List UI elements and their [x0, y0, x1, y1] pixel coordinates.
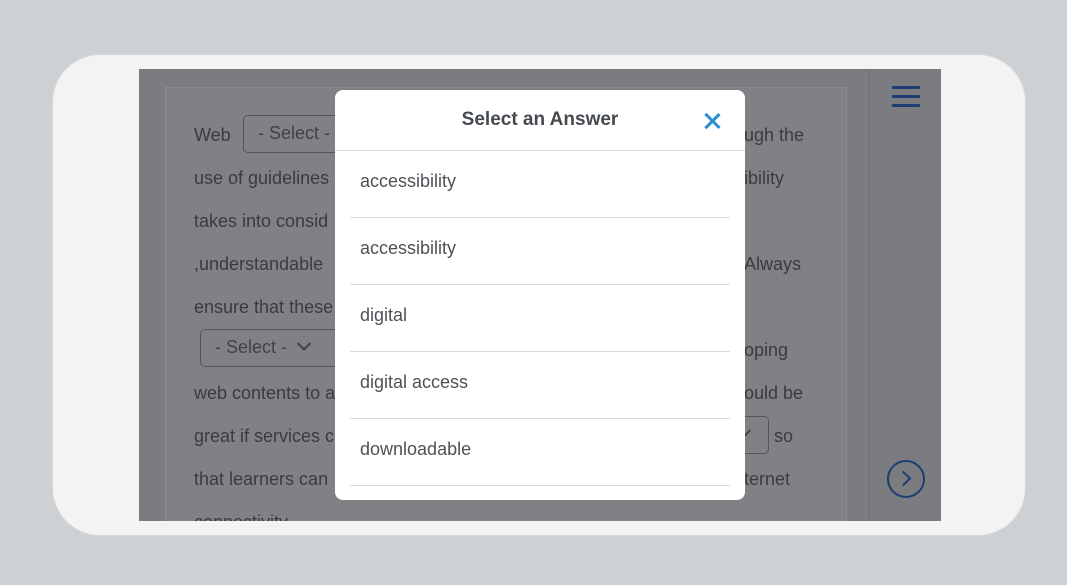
modal-header: Select an Answer	[335, 90, 745, 151]
passage-line: use of guidelines	[194, 168, 330, 188]
passage-line: oping	[744, 340, 789, 360]
passage-line: ensure that these	[194, 297, 334, 317]
passage-line: ,understandable	[194, 254, 324, 274]
blank-select-2[interactable]: - Select -	[200, 329, 338, 367]
answer-option[interactable]: accessibility	[350, 151, 730, 218]
passage-line: connectivity	[194, 512, 288, 521]
passage-line: that learners can	[194, 469, 329, 489]
passage-line: ould be	[744, 383, 804, 403]
passage-line: web contents to a	[194, 383, 336, 403]
answer-option-label: downloadable	[360, 439, 472, 459]
passage-line: great if services c	[194, 426, 335, 446]
answer-option-label: digital access	[360, 372, 469, 392]
next-arrow-icon[interactable]	[887, 460, 925, 498]
answer-option[interactable]: accessibility	[350, 218, 730, 285]
passage-line: ugh the	[744, 125, 805, 145]
side-nav	[869, 69, 941, 521]
chevron-down-icon	[296, 336, 312, 351]
passage-line: so	[774, 426, 794, 446]
close-icon[interactable]	[701, 110, 723, 132]
passage-line: Web	[194, 125, 231, 145]
passage-line: ibility	[744, 168, 785, 188]
answer-option[interactable]: downloadable	[350, 419, 730, 486]
answer-option[interactable]: digital access	[350, 352, 730, 419]
answer-modal: Select an Answer accessibility accessibi…	[335, 90, 745, 500]
answer-option-label: digital	[360, 305, 408, 325]
answer-option[interactable]: digital	[350, 285, 730, 352]
modal-title: Select an Answer	[461, 109, 619, 130]
answer-option-label: accessibility	[360, 171, 457, 191]
passage-line: Always	[744, 254, 802, 274]
hamburger-menu-icon[interactable]	[892, 86, 920, 108]
passage-line: takes into consid	[194, 211, 329, 231]
passage-line: ternet	[744, 469, 791, 489]
answer-option-label: accessibility	[360, 238, 457, 258]
